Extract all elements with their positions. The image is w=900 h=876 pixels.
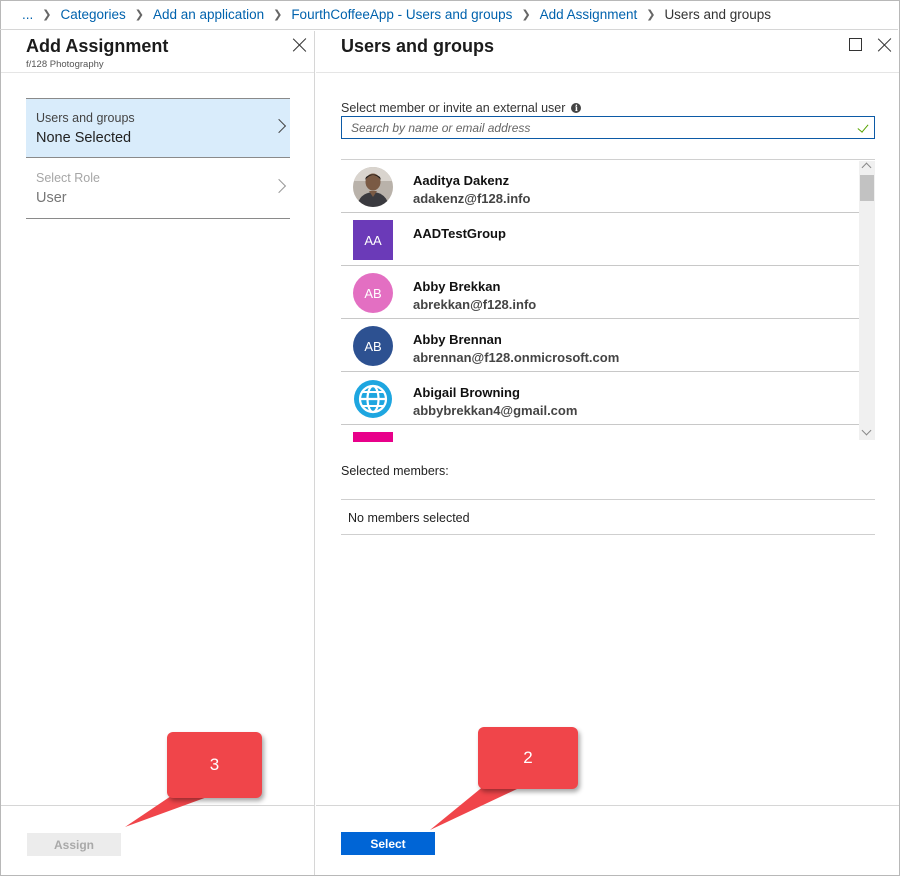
menu-item-value: User: [36, 190, 67, 206]
chevron-right-icon: ❯: [646, 9, 656, 21]
user-name: Aaditya Dakenz: [413, 173, 510, 188]
user-name: Abigail Browning: [413, 385, 520, 400]
scroll-up-icon[interactable]: [861, 162, 872, 173]
group-avatar: AA: [353, 220, 393, 260]
breadcrumb-add-application[interactable]: Add an application: [153, 7, 264, 22]
chevron-right-icon: ❯: [273, 9, 283, 21]
list-item[interactable]: AA AADTestGroup: [341, 213, 859, 266]
divider: [316, 72, 899, 73]
list-item[interactable]: AB Abby Brekkan abrekkan@f128.info: [341, 266, 859, 319]
menu-item-value: None Selected: [36, 130, 132, 146]
divider: [1, 72, 314, 73]
close-icon[interactable]: [877, 37, 893, 53]
chevron-right-icon: [271, 118, 287, 134]
search-input[interactable]: [341, 116, 875, 139]
user-name: Abby Brennan: [413, 332, 502, 347]
blade-title: Users and groups: [341, 36, 495, 56]
search-label-text: Select member or invite an external user: [341, 101, 566, 115]
chevron-right-icon: [271, 178, 287, 194]
callout-3: 3: [167, 732, 262, 798]
globe-icon: [354, 380, 392, 418]
scrollbar[interactable]: [859, 161, 875, 440]
user-name: AADTestGroup: [413, 226, 506, 241]
no-members-text: No members selected: [348, 511, 470, 525]
divider: [341, 534, 875, 535]
menu-item-select-role[interactable]: Select Role User: [26, 159, 290, 219]
chevron-right-icon: ❯: [521, 9, 531, 21]
list-item[interactable]: Abigail Browning abbybrekkan4@gmail.com: [341, 372, 859, 425]
list-item[interactable]: Aaditya Dakenz adakenz@f128.info: [341, 160, 859, 213]
menu-item-users-and-groups[interactable]: Users and groups None Selected: [26, 98, 290, 158]
chevron-right-icon: ❯: [134, 9, 144, 21]
breadcrumb: ... ❯ Categories ❯ Add an application ❯ …: [0, 0, 898, 30]
user-email: abrennan@f128.onmicrosoft.com: [413, 350, 620, 365]
menu-item-label: Select Role: [36, 171, 100, 185]
scroll-down-icon[interactable]: [861, 425, 872, 436]
maximize-icon[interactable]: [849, 38, 862, 51]
user-email: abrekkan@f128.info: [413, 297, 537, 312]
search-label: Select member or invite an external user…: [341, 101, 582, 115]
avatar: [353, 379, 393, 419]
divider: [316, 805, 899, 806]
user-email: adakenz@f128.info: [413, 191, 531, 206]
info-icon[interactable]: i: [571, 103, 582, 113]
user-photo-icon: [353, 167, 393, 207]
selected-members-label: Selected members:: [341, 464, 449, 478]
list-item[interactable]: [341, 425, 859, 442]
chevron-right-icon: ❯: [42, 9, 52, 21]
group-avatar: [353, 432, 393, 442]
divider: [341, 499, 875, 500]
blade-title: Add Assignment: [26, 36, 169, 56]
callout-2: 2: [478, 727, 578, 789]
select-button[interactable]: Select: [341, 832, 435, 855]
breadcrumb-ellipsis[interactable]: ...: [22, 7, 33, 22]
user-name: Abby Brekkan: [413, 279, 501, 294]
blade-subtitle: f/128 Photography: [26, 59, 104, 70]
scroll-thumb[interactable]: [860, 175, 874, 201]
close-icon[interactable]: [292, 37, 308, 53]
avatar: [353, 167, 393, 207]
breadcrumb-current: Users and groups: [664, 7, 771, 22]
breadcrumb-categories[interactable]: Categories: [60, 7, 125, 22]
assign-button[interactable]: Assign: [27, 833, 121, 856]
breadcrumb-add-assignment[interactable]: Add Assignment: [540, 7, 638, 22]
breadcrumb-app-users-groups[interactable]: FourthCoffeeApp - Users and groups: [291, 7, 512, 22]
user-email: abbybrekkan4@gmail.com: [413, 403, 578, 418]
users-and-groups-blade: Users and groups Select member or invite…: [316, 31, 899, 875]
avatar: AB: [353, 273, 393, 313]
list-item[interactable]: AB Abby Brennan abrennan@f128.onmicrosof…: [341, 319, 859, 372]
user-list: Aaditya Dakenz adakenz@f128.info AA AADT…: [341, 159, 875, 442]
avatar: AB: [353, 326, 393, 366]
menu-item-label: Users and groups: [36, 111, 135, 125]
